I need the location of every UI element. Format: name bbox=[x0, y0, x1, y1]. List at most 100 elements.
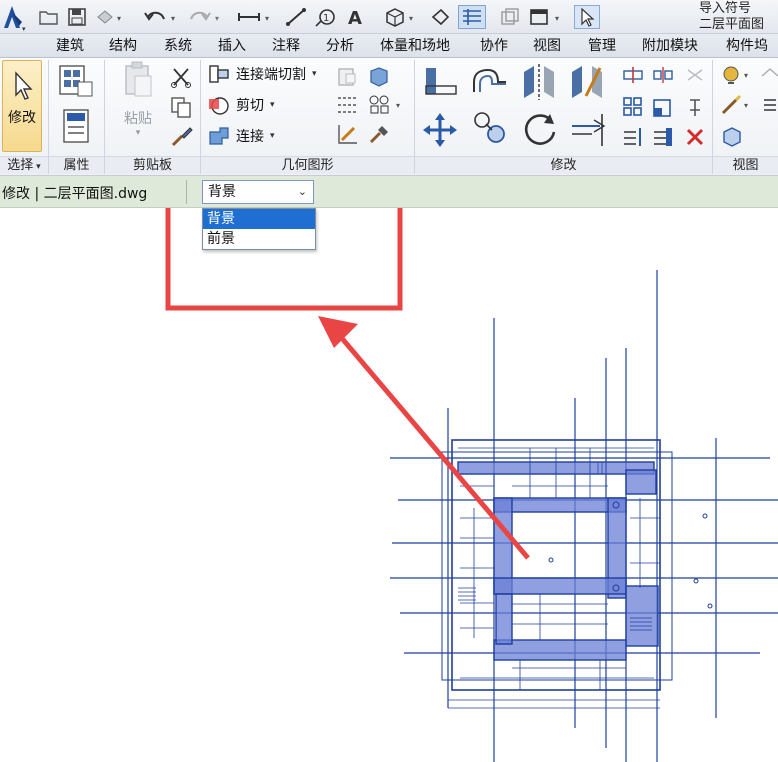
svg-text:A: A bbox=[348, 8, 362, 27]
redo-icon[interactable]: ▾ bbox=[186, 5, 226, 29]
cut-geometry-caret-icon: ▾ bbox=[270, 100, 275, 110]
tab-annotate[interactable]: 注释 bbox=[272, 37, 300, 55]
wall-joins-icon[interactable] bbox=[336, 66, 358, 88]
select-value: 背景 bbox=[208, 184, 236, 200]
tab-component-dock[interactable]: 构件坞 bbox=[726, 37, 768, 55]
linework-icon[interactable]: ▾ bbox=[720, 94, 756, 116]
switch-windows-icon[interactable]: ▾ bbox=[528, 5, 568, 29]
paste-caret-icon: ▾ bbox=[135, 128, 141, 138]
quick-access-toolbar: ▾ ▾ ▾ ▾ ▾ 1 A ▾ ▾ 导入符号 二层平面图 bbox=[0, 0, 778, 34]
modify-label: 修改 bbox=[8, 110, 36, 126]
tab-analyze[interactable]: 分析 bbox=[326, 37, 354, 55]
match-type-icon[interactable] bbox=[170, 124, 194, 148]
options-bar: 修改 | 二层平面图.dwg bbox=[0, 176, 778, 208]
mirror-draw-icon[interactable] bbox=[568, 62, 606, 102]
application-menu-button[interactable]: ▾ bbox=[0, 0, 30, 34]
tab-insert[interactable]: 插入 bbox=[218, 37, 246, 55]
demolish-icon[interactable] bbox=[368, 122, 392, 146]
offset-icon[interactable] bbox=[470, 64, 510, 100]
chevron-down-icon: ⌄ bbox=[297, 185, 307, 198]
trim-extend-icon[interactable] bbox=[570, 112, 610, 146]
pointer-icon[interactable] bbox=[574, 5, 600, 29]
text-icon[interactable]: A bbox=[344, 5, 368, 29]
svg-text:▾: ▾ bbox=[396, 101, 400, 110]
cut-geometry-button[interactable]: 剪切 ▾ bbox=[208, 95, 275, 115]
delete-icon[interactable] bbox=[684, 126, 706, 148]
section-box-icon[interactable] bbox=[720, 124, 744, 148]
save-icon[interactable] bbox=[66, 5, 88, 29]
tag-icon[interactable]: 1 bbox=[314, 5, 338, 29]
display-order-select[interactable]: 背景 ⌄ bbox=[202, 180, 314, 204]
tab-architecture[interactable]: 建筑 bbox=[56, 37, 84, 55]
section-icon[interactable] bbox=[428, 5, 452, 29]
split-gap-icon[interactable] bbox=[652, 66, 674, 84]
revit-window: ▾ ▾ ▾ ▾ ▾ 1 A ▾ ▾ 导入符号 二层平面图 建筑 结构 系统 插入… bbox=[0, 0, 778, 762]
cut-icon[interactable] bbox=[170, 66, 192, 88]
svg-text:▾: ▾ bbox=[22, 25, 26, 33]
join-button[interactable]: 连接 ▾ bbox=[208, 126, 275, 146]
demolish-group-icon[interactable]: ▾ bbox=[368, 94, 404, 116]
panel-title-clipboard: 剪贴板 bbox=[105, 156, 200, 174]
array-icon[interactable] bbox=[622, 96, 644, 118]
svg-text:▾: ▾ bbox=[555, 14, 559, 23]
paste-label: 粘贴 bbox=[124, 111, 152, 127]
align-icon[interactable] bbox=[422, 64, 460, 100]
hide-view-icon[interactable] bbox=[760, 66, 778, 86]
svg-text:▾: ▾ bbox=[117, 14, 121, 23]
tab-manage[interactable]: 管理 bbox=[588, 37, 616, 55]
tab-collaborate[interactable]: 协作 bbox=[480, 37, 508, 55]
paste-button[interactable]: 粘贴 ▾ bbox=[118, 60, 158, 152]
rotate-icon[interactable] bbox=[522, 110, 560, 148]
tab-view[interactable]: 视图 bbox=[533, 37, 561, 55]
override-graphics-icon[interactable]: ▾ bbox=[720, 64, 756, 86]
open-icon[interactable] bbox=[38, 5, 60, 29]
cursor-icon bbox=[15, 71, 33, 100]
modify-button[interactable]: 修改 bbox=[2, 60, 42, 152]
measure-icon[interactable]: ▾ bbox=[236, 5, 276, 29]
cut-geometry-icon bbox=[209, 97, 229, 115]
copy-element-icon[interactable] bbox=[472, 110, 508, 146]
drawing-canvas[interactable] bbox=[0, 208, 778, 762]
3d-view-icon[interactable]: ▾ bbox=[384, 5, 420, 29]
svg-text:▾: ▾ bbox=[265, 14, 269, 23]
svg-text:▾: ▾ bbox=[215, 14, 219, 23]
dropdown-option-foreground[interactable]: 前景 bbox=[203, 229, 315, 249]
join-caret-icon: ▾ bbox=[270, 131, 275, 141]
trim-multiple-icon[interactable] bbox=[622, 126, 644, 148]
thin-lines-icon[interactable] bbox=[458, 5, 486, 29]
aligned-dimension-icon[interactable] bbox=[284, 5, 308, 29]
floor-plan-drawing[interactable] bbox=[0, 208, 778, 762]
unpin-icon[interactable] bbox=[684, 96, 706, 118]
pin-icon-disabled[interactable] bbox=[684, 66, 706, 84]
options-divider bbox=[186, 180, 187, 204]
callout-arrow bbox=[318, 316, 530, 560]
move-icon[interactable] bbox=[422, 112, 458, 148]
tab-systems[interactable]: 系统 bbox=[164, 37, 192, 55]
split-face-icon[interactable] bbox=[336, 94, 360, 116]
tab-add-ins[interactable]: 附加模块 bbox=[642, 37, 698, 55]
panel-title-view: 视图 bbox=[713, 156, 778, 174]
join-label: 连接 bbox=[236, 129, 264, 145]
scale-icon[interactable] bbox=[652, 96, 674, 118]
undo-icon[interactable]: ▾ bbox=[142, 5, 182, 29]
mirror-axis-icon[interactable] bbox=[520, 62, 558, 102]
svg-text:▾: ▾ bbox=[744, 101, 748, 110]
window-title: 导入符号 二层平面图 bbox=[699, 1, 764, 33]
panel-select-label: 选择 bbox=[7, 158, 34, 173]
extend-multiple-icon[interactable] bbox=[652, 126, 674, 148]
panel-title-geometry: 几何图形 bbox=[201, 156, 414, 174]
paint-icon[interactable] bbox=[368, 66, 390, 88]
sync-icon[interactable]: ▾ bbox=[94, 5, 130, 29]
tab-massing-site[interactable]: 体量和场地 bbox=[380, 37, 450, 55]
filter-icon[interactable] bbox=[762, 96, 778, 114]
align-beam-icon[interactable] bbox=[336, 122, 360, 146]
dropdown-option-background[interactable]: 背景 bbox=[203, 209, 315, 229]
split-element-icon[interactable] bbox=[622, 66, 644, 84]
type-properties-icon[interactable] bbox=[58, 64, 94, 98]
copy-icon[interactable] bbox=[170, 96, 192, 118]
tab-structure[interactable]: 结构 bbox=[109, 37, 137, 55]
properties-icon[interactable] bbox=[62, 108, 90, 144]
close-hidden-icon[interactable] bbox=[498, 5, 522, 29]
cope-button[interactable]: 连接端切割 ▾ bbox=[208, 64, 317, 84]
panel-title-select[interactable]: 选择 ▾ bbox=[0, 156, 48, 174]
